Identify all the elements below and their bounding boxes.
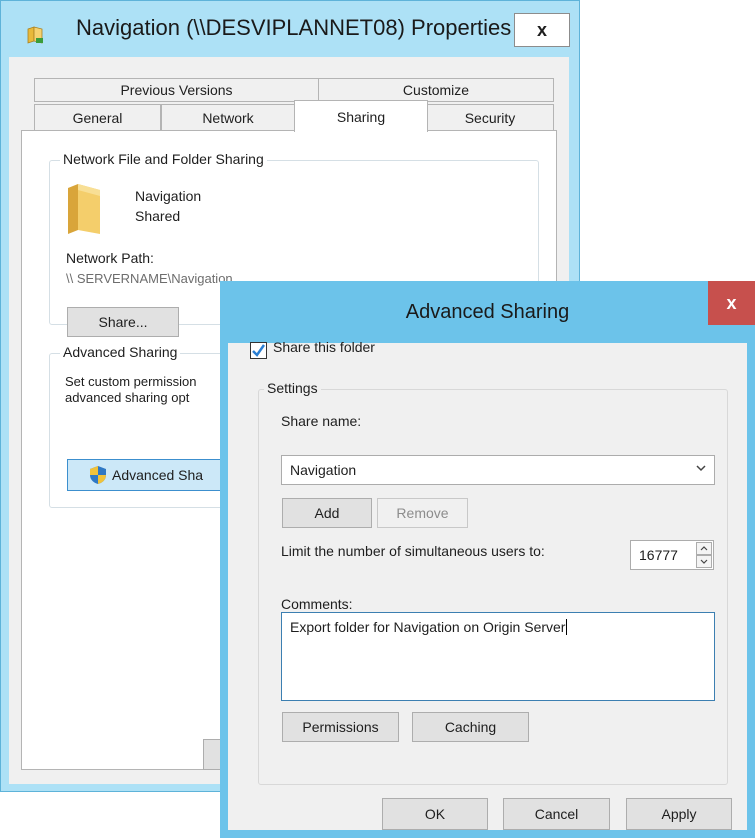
tab-network[interactable]: Network: [161, 104, 295, 131]
network-path-value: \\ SERVERNAME\Navigation: [66, 271, 233, 286]
tab-label: General: [72, 109, 123, 126]
share-name-label: Share name:: [281, 413, 362, 429]
close-icon: x: [726, 292, 737, 313]
folder-status: Shared: [135, 208, 181, 224]
settings-group-label: Settings: [264, 380, 321, 396]
comments-label: Comments:: [281, 596, 353, 612]
advanced-description-line2: advanced sharing opt: [65, 390, 190, 405]
stepper-up-icon[interactable]: [696, 542, 712, 555]
cancel-button-label: Cancel: [534, 806, 579, 822]
stepper-down-icon[interactable]: [696, 555, 712, 568]
share-name-dropdown[interactable]: Navigation: [281, 455, 715, 485]
caching-button-label: Caching: [444, 719, 497, 735]
advanced-sharing-dialog: Advanced Sharing x Share this folder Set…: [220, 281, 755, 838]
folder-name: Navigation: [135, 188, 202, 204]
tab-general[interactable]: General: [34, 104, 161, 131]
limit-users-label: Limit the number of simultaneous users t…: [281, 543, 545, 559]
folder-icon: [25, 23, 47, 48]
limit-users-value: 16777: [639, 547, 678, 563]
close-button[interactable]: x: [708, 281, 755, 325]
apply-button[interactable]: Apply: [626, 798, 732, 830]
folder-icon: [66, 184, 102, 237]
advanced-sharing-group-label: Advanced Sharing: [60, 344, 181, 360]
share-folder-label: Share this folder: [273, 339, 375, 355]
uac-shield-icon: [88, 465, 108, 485]
close-icon: x: [536, 19, 547, 40]
dialog-title: Advanced Sharing: [405, 300, 570, 323]
share-folder-checkbox[interactable]: [250, 335, 267, 359]
cancel-button[interactable]: Cancel: [503, 798, 610, 830]
ok-button[interactable]: OK: [382, 798, 488, 830]
caching-button[interactable]: Caching: [412, 712, 529, 742]
window-title: Navigation (\\DESVIPLANNET08) Properties: [76, 15, 512, 40]
network-path-label: Network Path:: [66, 250, 154, 266]
chevron-down-icon: [694, 461, 708, 478]
tab-customize[interactable]: Customize: [318, 78, 554, 102]
tab-previous-versions[interactable]: Previous Versions: [34, 78, 319, 102]
add-button-label: Add: [314, 505, 340, 521]
tab-label: Customize: [402, 82, 470, 98]
tab-label: Security: [464, 109, 516, 126]
tab-label: Sharing: [336, 108, 386, 125]
limit-users-stepper[interactable]: 16777: [630, 540, 714, 570]
share-button[interactable]: Share...: [67, 307, 179, 337]
permissions-button-label: Permissions: [302, 719, 379, 735]
share-name-value: Navigation: [290, 462, 357, 478]
share-button-label: Share...: [98, 314, 148, 330]
ok-button-label: OK: [424, 806, 446, 822]
tab-sharing[interactable]: Sharing: [294, 100, 428, 132]
comments-value: Export folder for Navigation on Origin S…: [290, 619, 568, 635]
tab-label: Network: [202, 109, 254, 126]
advanced-description-line1: Set custom permission: [65, 374, 197, 389]
permissions-button[interactable]: Permissions: [282, 712, 399, 742]
tab-label: Previous Versions: [120, 82, 233, 98]
network-sharing-group-label: Network File and Folder Sharing: [60, 151, 267, 167]
remove-button-label: Remove: [396, 505, 449, 521]
add-button[interactable]: Add: [282, 498, 372, 528]
dialog-body: Share this folder Settings Share name: N…: [228, 339, 747, 830]
tab-security[interactable]: Security: [426, 104, 554, 131]
apply-button-label: Apply: [661, 806, 697, 822]
advanced-sharing-button-label: Advanced Sha: [112, 467, 204, 483]
comments-textarea[interactable]: Export folder for Navigation on Origin S…: [281, 612, 715, 701]
close-button[interactable]: x: [514, 13, 570, 47]
remove-button[interactable]: Remove: [377, 498, 468, 528]
